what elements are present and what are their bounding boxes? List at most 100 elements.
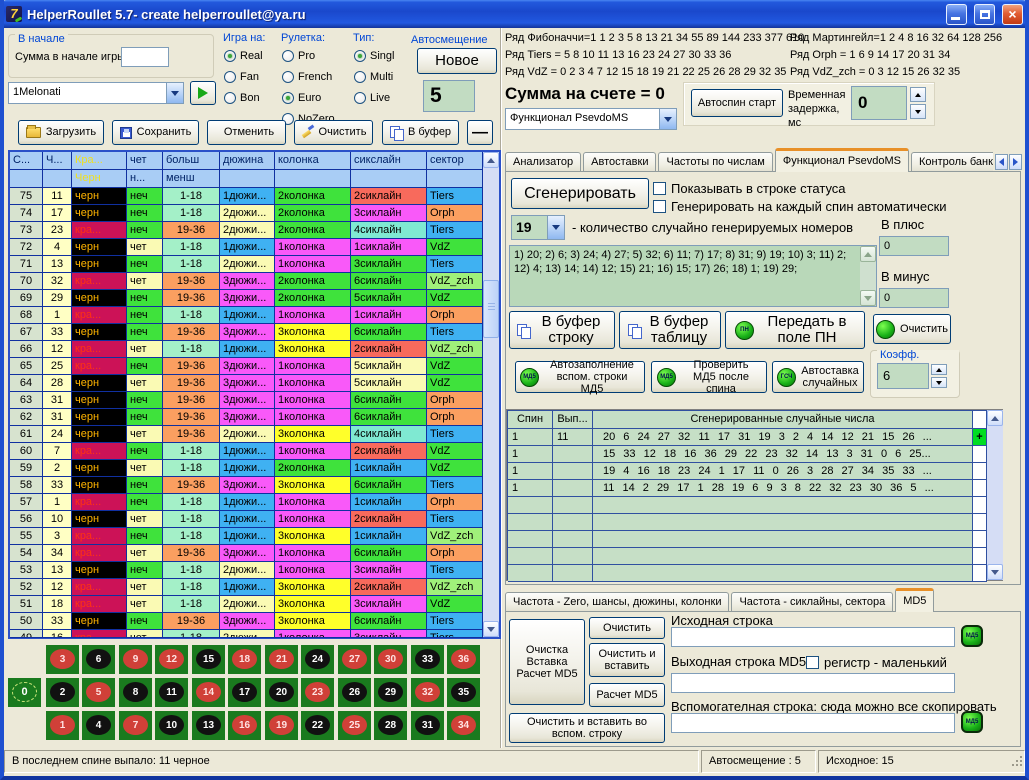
board-cell-31[interactable]: 31 bbox=[411, 711, 444, 740]
autoshift-new-button[interactable]: Новое bbox=[417, 48, 497, 74]
tab-2[interactable]: Частота - сиклайны, сектора bbox=[731, 592, 893, 612]
mode-select[interactable]: Функционал PsevdoMS bbox=[505, 108, 677, 130]
table-row[interactable]: 724чернчет1-181дюжи...1колонка1сиклайнVd… bbox=[10, 239, 483, 256]
toolbar-button-brush[interactable]: Очистить bbox=[294, 120, 373, 145]
tab-scroll-left-button[interactable] bbox=[995, 154, 1008, 170]
table-row[interactable]: 7323кра...неч19-362дюжи...2колонка4сикла… bbox=[10, 222, 483, 239]
md5-calc-button[interactable]: Расчет MD5 bbox=[589, 683, 665, 707]
minus-value-field[interactable]: 0 bbox=[879, 288, 949, 308]
toolbar-button-undo[interactable]: Отменить bbox=[207, 120, 286, 145]
spin-up-button[interactable] bbox=[910, 87, 926, 102]
generated-row[interactable] bbox=[508, 531, 987, 548]
buffer-table-button[interactable]: В буфер таблицу bbox=[619, 311, 721, 349]
board-cell-3[interactable]: 3 bbox=[46, 645, 79, 674]
clear-generated-button[interactable]: Очистить bbox=[873, 314, 951, 344]
table-row[interactable]: 6929черннеч19-363дюжи...2колонка5сиклайн… bbox=[10, 290, 483, 307]
maximize-button[interactable] bbox=[974, 4, 995, 25]
md5-clear-paste-button[interactable]: Очистить и вставить bbox=[589, 643, 665, 677]
table-row[interactable]: 5212кра...чет1-181дюжи...3колонка2сиклай… bbox=[10, 579, 483, 596]
board-cell-7[interactable]: 7 bbox=[119, 711, 152, 740]
tab-1[interactable]: Частота - Zero, шансы, дюжины, колонки bbox=[505, 592, 729, 612]
spin-up-button[interactable] bbox=[931, 364, 947, 375]
table-row[interactable]: 5118кра...чет1-182дюжи...3колонка3сиклай… bbox=[10, 596, 483, 613]
board-cell-9[interactable]: 9 bbox=[119, 645, 152, 674]
md5-sphere-icon[interactable]: МД5 bbox=[961, 711, 983, 733]
radio-live[interactable]: Live bbox=[354, 92, 411, 104]
radio-singl[interactable]: Singl bbox=[354, 50, 411, 62]
board-cell-29[interactable]: 29 bbox=[374, 678, 407, 707]
toolbar-button-folder[interactable]: Загрузить bbox=[18, 120, 104, 145]
scroll-down-button[interactable] bbox=[483, 621, 499, 637]
board-cell-22[interactable]: 22 bbox=[301, 711, 334, 740]
board-cell-10[interactable]: 10 bbox=[155, 711, 188, 740]
generated-row[interactable] bbox=[508, 497, 987, 514]
toolbar-button-floppy[interactable]: Сохранить bbox=[112, 120, 199, 145]
generated-row[interactable]: 111 14 2 29 17 1 28 19 6 9 3 8 22 32 23 … bbox=[508, 480, 987, 497]
table-row[interactable]: 7417черннеч1-182дюжи...2колонка3сиклайнO… bbox=[10, 205, 483, 222]
md5-sphere-icon[interactable]: МД5 bbox=[961, 625, 983, 647]
radio-euro[interactable]: Euro bbox=[282, 92, 351, 104]
md5-output-input[interactable] bbox=[671, 673, 955, 693]
radio-pro[interactable]: Pro bbox=[282, 50, 351, 62]
md5-case-checkbox[interactable]: регистр - маленький bbox=[806, 655, 947, 670]
spin-down-button[interactable] bbox=[931, 377, 947, 388]
table-row[interactable]: 7113черннеч1-182дюжи...1колонка3сиклайнT… bbox=[10, 256, 483, 273]
board-cell-27[interactable]: 27 bbox=[338, 645, 371, 674]
board-cell-13[interactable]: 13 bbox=[192, 711, 225, 740]
close-button[interactable]: × bbox=[1002, 4, 1023, 25]
board-cell-30[interactable]: 30 bbox=[374, 645, 407, 674]
table-row[interactable]: 607кра...неч1-181дюжи...1колонка2сиклайн… bbox=[10, 443, 483, 460]
checkbox-show-status[interactable]: Показывать в строке статуса bbox=[653, 181, 846, 196]
board-cell-15[interactable]: 15 bbox=[192, 645, 225, 674]
coef-spinner[interactable] bbox=[931, 364, 947, 388]
toolbar-button-copy[interactable]: В буфер bbox=[382, 120, 459, 145]
plus-value-field[interactable]: 0 bbox=[879, 236, 949, 256]
generate-button[interactable]: Сгенерировать bbox=[511, 178, 649, 209]
md5-big-button[interactable]: Очистка Вставка Расчет MD5 bbox=[509, 619, 585, 705]
tab-scroll-right-button[interactable] bbox=[1009, 154, 1022, 170]
md5-source-input[interactable] bbox=[671, 627, 955, 647]
board-cell-4[interactable]: 4 bbox=[82, 711, 115, 740]
table-row[interactable]: 6331черннеч19-363дюжи...1колонка6сиклайн… bbox=[10, 392, 483, 409]
delay-value-field[interactable]: 0 bbox=[851, 86, 907, 120]
generated-row[interactable] bbox=[508, 565, 987, 582]
minimize-button[interactable] bbox=[946, 4, 967, 25]
board-cell-18[interactable]: 18 bbox=[228, 645, 261, 674]
generated-table-scrollbar[interactable] bbox=[987, 410, 1003, 580]
board-cell-34[interactable]: 34 bbox=[447, 711, 480, 740]
board-cell-35[interactable]: 35 bbox=[447, 678, 480, 707]
board-cell-11[interactable]: 11 bbox=[155, 678, 188, 707]
generated-numbers-textarea[interactable]: 1) 20; 2) 6; 3) 24; 4) 27; 5) 32; 6) 11;… bbox=[509, 245, 877, 307]
table-row[interactable]: 5313черннеч1-182дюжи...1колонка3сиклайнT… bbox=[10, 562, 483, 579]
table-row[interactable]: 5833черннеч19-363дюжи...3колонка6сиклайн… bbox=[10, 477, 483, 494]
board-zero-cell[interactable]: 0 bbox=[8, 678, 41, 707]
md5-clear-button[interactable]: Очистить bbox=[589, 617, 665, 639]
scroll-down-button[interactable] bbox=[860, 290, 876, 306]
board-cell-23[interactable]: 23 bbox=[301, 678, 334, 707]
start-sum-input[interactable] bbox=[121, 47, 169, 67]
table-row[interactable]: 4916кра...чет1-182дюжи...1колонка3сиклай… bbox=[10, 630, 483, 638]
run-profile-button[interactable] bbox=[190, 81, 216, 105]
generated-row[interactable]: 115 33 12 18 16 36 29 22 23 32 14 13 3 3… bbox=[508, 446, 987, 463]
board-cell-32[interactable]: 32 bbox=[411, 678, 444, 707]
tab-2[interactable]: Автоставки bbox=[583, 152, 656, 172]
resize-grip[interactable] bbox=[1010, 754, 1024, 768]
autofill-md5-button[interactable]: МД5 Автозаполнение вспом. строки МД5 bbox=[515, 361, 645, 393]
scrollbar-thumb[interactable] bbox=[483, 280, 499, 338]
table-row[interactable]: 5434кра...чет19-363дюжи...1колонка6сикла… bbox=[10, 545, 483, 562]
check-md5-button[interactable]: МД5 Проверить МД5 после спина bbox=[651, 361, 767, 393]
scroll-up-button[interactable] bbox=[860, 246, 876, 262]
chevron-down-icon[interactable] bbox=[547, 216, 564, 239]
table-row[interactable]: 6525кра...неч19-363дюжи...1колонка5сикла… bbox=[10, 358, 483, 375]
table-row[interactable]: 5033черннеч19-363дюжи...3колонка6сиклайн… bbox=[10, 613, 483, 630]
chevron-down-icon[interactable] bbox=[166, 83, 183, 103]
table-row[interactable]: 5610чернчет1-181дюжи...1колонка2сиклайнT… bbox=[10, 511, 483, 528]
board-cell-25[interactable]: 25 bbox=[338, 711, 371, 740]
board-cell-12[interactable]: 12 bbox=[155, 645, 188, 674]
board-cell-5[interactable]: 5 bbox=[82, 678, 115, 707]
generated-row[interactable]: 119 4 16 18 23 24 1 17 11 0 26 3 28 27 3… bbox=[508, 463, 987, 480]
spin-down-button[interactable] bbox=[910, 104, 926, 119]
tab-3[interactable]: MD5 bbox=[895, 588, 934, 612]
generated-row[interactable] bbox=[508, 548, 987, 565]
table-row[interactable]: 7511черннеч1-181дюжи...2колонка2сиклайнT… bbox=[10, 188, 483, 205]
